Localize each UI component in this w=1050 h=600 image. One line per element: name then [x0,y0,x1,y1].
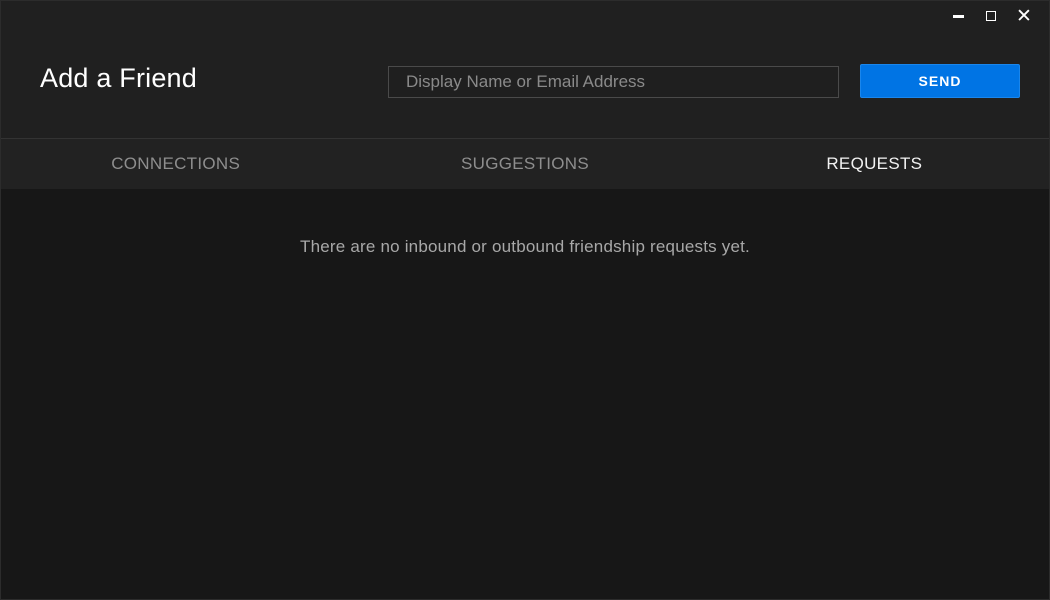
tab-connections[interactable]: CONNECTIONS [1,139,350,189]
tab-suggestions[interactable]: SUGGESTIONS [350,139,699,189]
add-friend-window: ✕ Add a Friend SEND CONNECTIONS SUGGESTI… [0,0,1050,600]
send-button[interactable]: SEND [860,64,1020,98]
display-name-email-input[interactable] [388,66,839,98]
maximize-button[interactable] [980,6,1002,26]
close-icon: ✕ [1016,5,1032,27]
minimize-icon [952,15,964,18]
maximize-icon [986,11,996,21]
close-button[interactable]: ✕ [1013,6,1035,26]
window-controls: ✕ [936,6,1035,26]
empty-state-message: There are no inbound or outbound friends… [300,237,750,256]
requests-panel: There are no inbound or outbound friends… [1,189,1049,599]
tab-bar: CONNECTIONS SUGGESTIONS REQUESTS [1,139,1049,189]
header: ✕ Add a Friend SEND [1,1,1049,139]
minimize-button[interactable] [947,6,969,26]
tab-requests[interactable]: REQUESTS [700,139,1049,189]
page-title: Add a Friend [40,63,197,93]
